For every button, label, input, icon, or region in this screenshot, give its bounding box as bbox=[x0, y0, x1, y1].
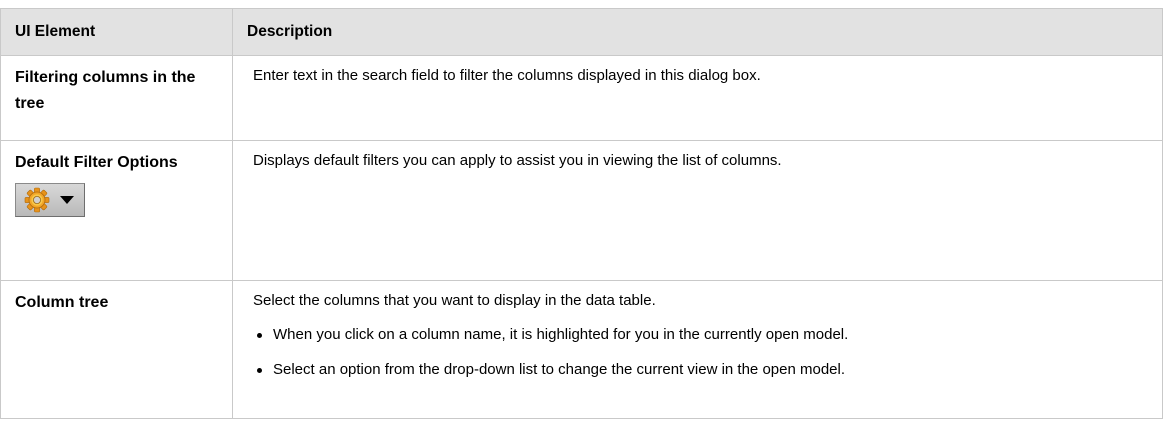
header-ui-element: UI Element bbox=[0, 8, 233, 56]
bullet-icon bbox=[257, 368, 262, 373]
description-text: Displays default filters you can apply t… bbox=[253, 152, 782, 169]
element-description: Displays default filters you can apply t… bbox=[232, 140, 1163, 281]
table-row: Filtering columns in the tree Enter text… bbox=[0, 55, 1163, 141]
bullet-icon bbox=[257, 333, 262, 338]
description-text: Select the columns that you want to disp… bbox=[253, 292, 656, 309]
header-description: Description bbox=[232, 8, 1163, 56]
list-item-text: Select an option from the drop-down list… bbox=[273, 361, 845, 378]
element-cell-default-filter-options: Default Filter Options bbox=[0, 140, 233, 281]
table-row: Column tree Select the columns that you … bbox=[0, 280, 1163, 419]
list-item-text: When you click on a column name, it is h… bbox=[273, 326, 849, 343]
dropdown-arrow-icon bbox=[60, 195, 74, 205]
ui-element-table: UI Element Description Filtering columns… bbox=[0, 8, 1163, 419]
list-item: Select an option from the drop-down list… bbox=[253, 359, 1147, 381]
description-text: Enter text in the search field to filter… bbox=[253, 67, 761, 84]
list-item: When you click on a column name, it is h… bbox=[253, 324, 1147, 346]
default-filter-options-button[interactable] bbox=[15, 183, 85, 217]
table-row: Default Filter Options Displays default … bbox=[0, 140, 1163, 281]
gear-icon bbox=[24, 187, 50, 213]
element-name-default-filter-options: Default Filter Options bbox=[15, 154, 178, 171]
bullet-list: When you click on a column name, it is h… bbox=[253, 324, 1147, 381]
element-description: Enter text in the search field to filter… bbox=[232, 55, 1163, 141]
table-header-row: UI Element Description bbox=[0, 8, 1163, 56]
element-name-column-tree: Column tree bbox=[0, 280, 233, 419]
element-description: Select the columns that you want to disp… bbox=[232, 280, 1163, 419]
element-name-filtering-columns: Filtering columns in the tree bbox=[0, 55, 233, 141]
